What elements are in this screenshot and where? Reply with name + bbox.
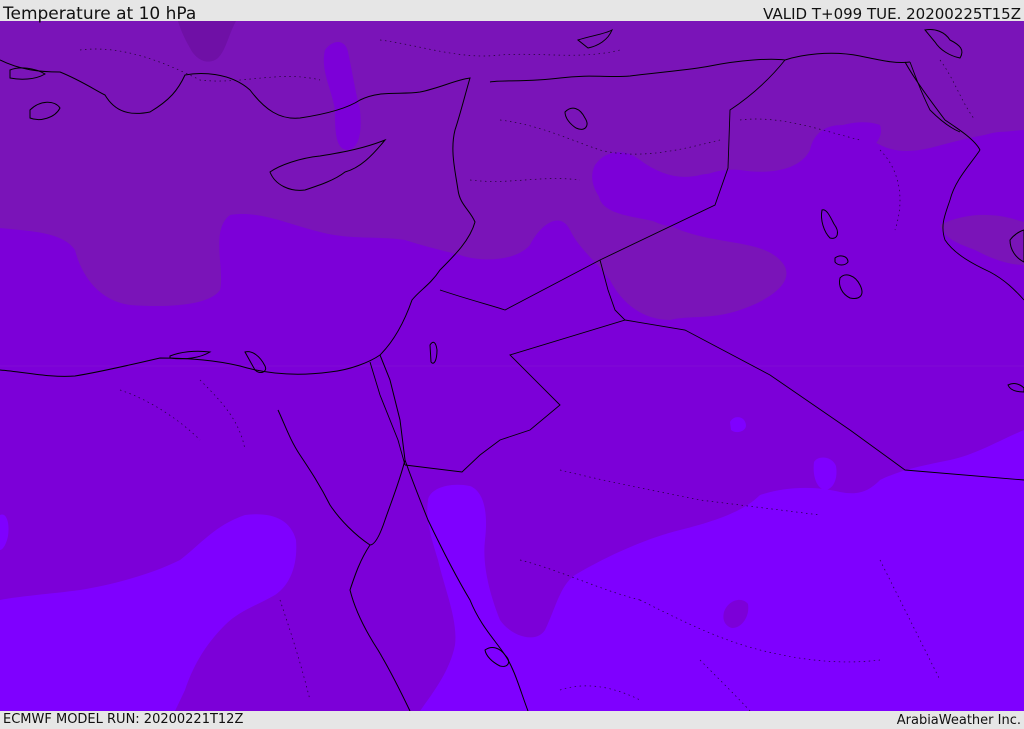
map-viewer: Temperature at 10 hPa VALID T+099 TUE. 2… (0, 0, 1024, 729)
model-run: ECMWF MODEL RUN: 20200221T12Z (3, 712, 244, 727)
valid-time: VALID T+099 TUE. 20200225T15Z (763, 5, 1021, 23)
credit-label: ArabiaWeather Inc. (896, 713, 1021, 728)
map-title: Temperature at 10 hPa (3, 4, 197, 24)
temperature-map (0, 21, 1024, 711)
